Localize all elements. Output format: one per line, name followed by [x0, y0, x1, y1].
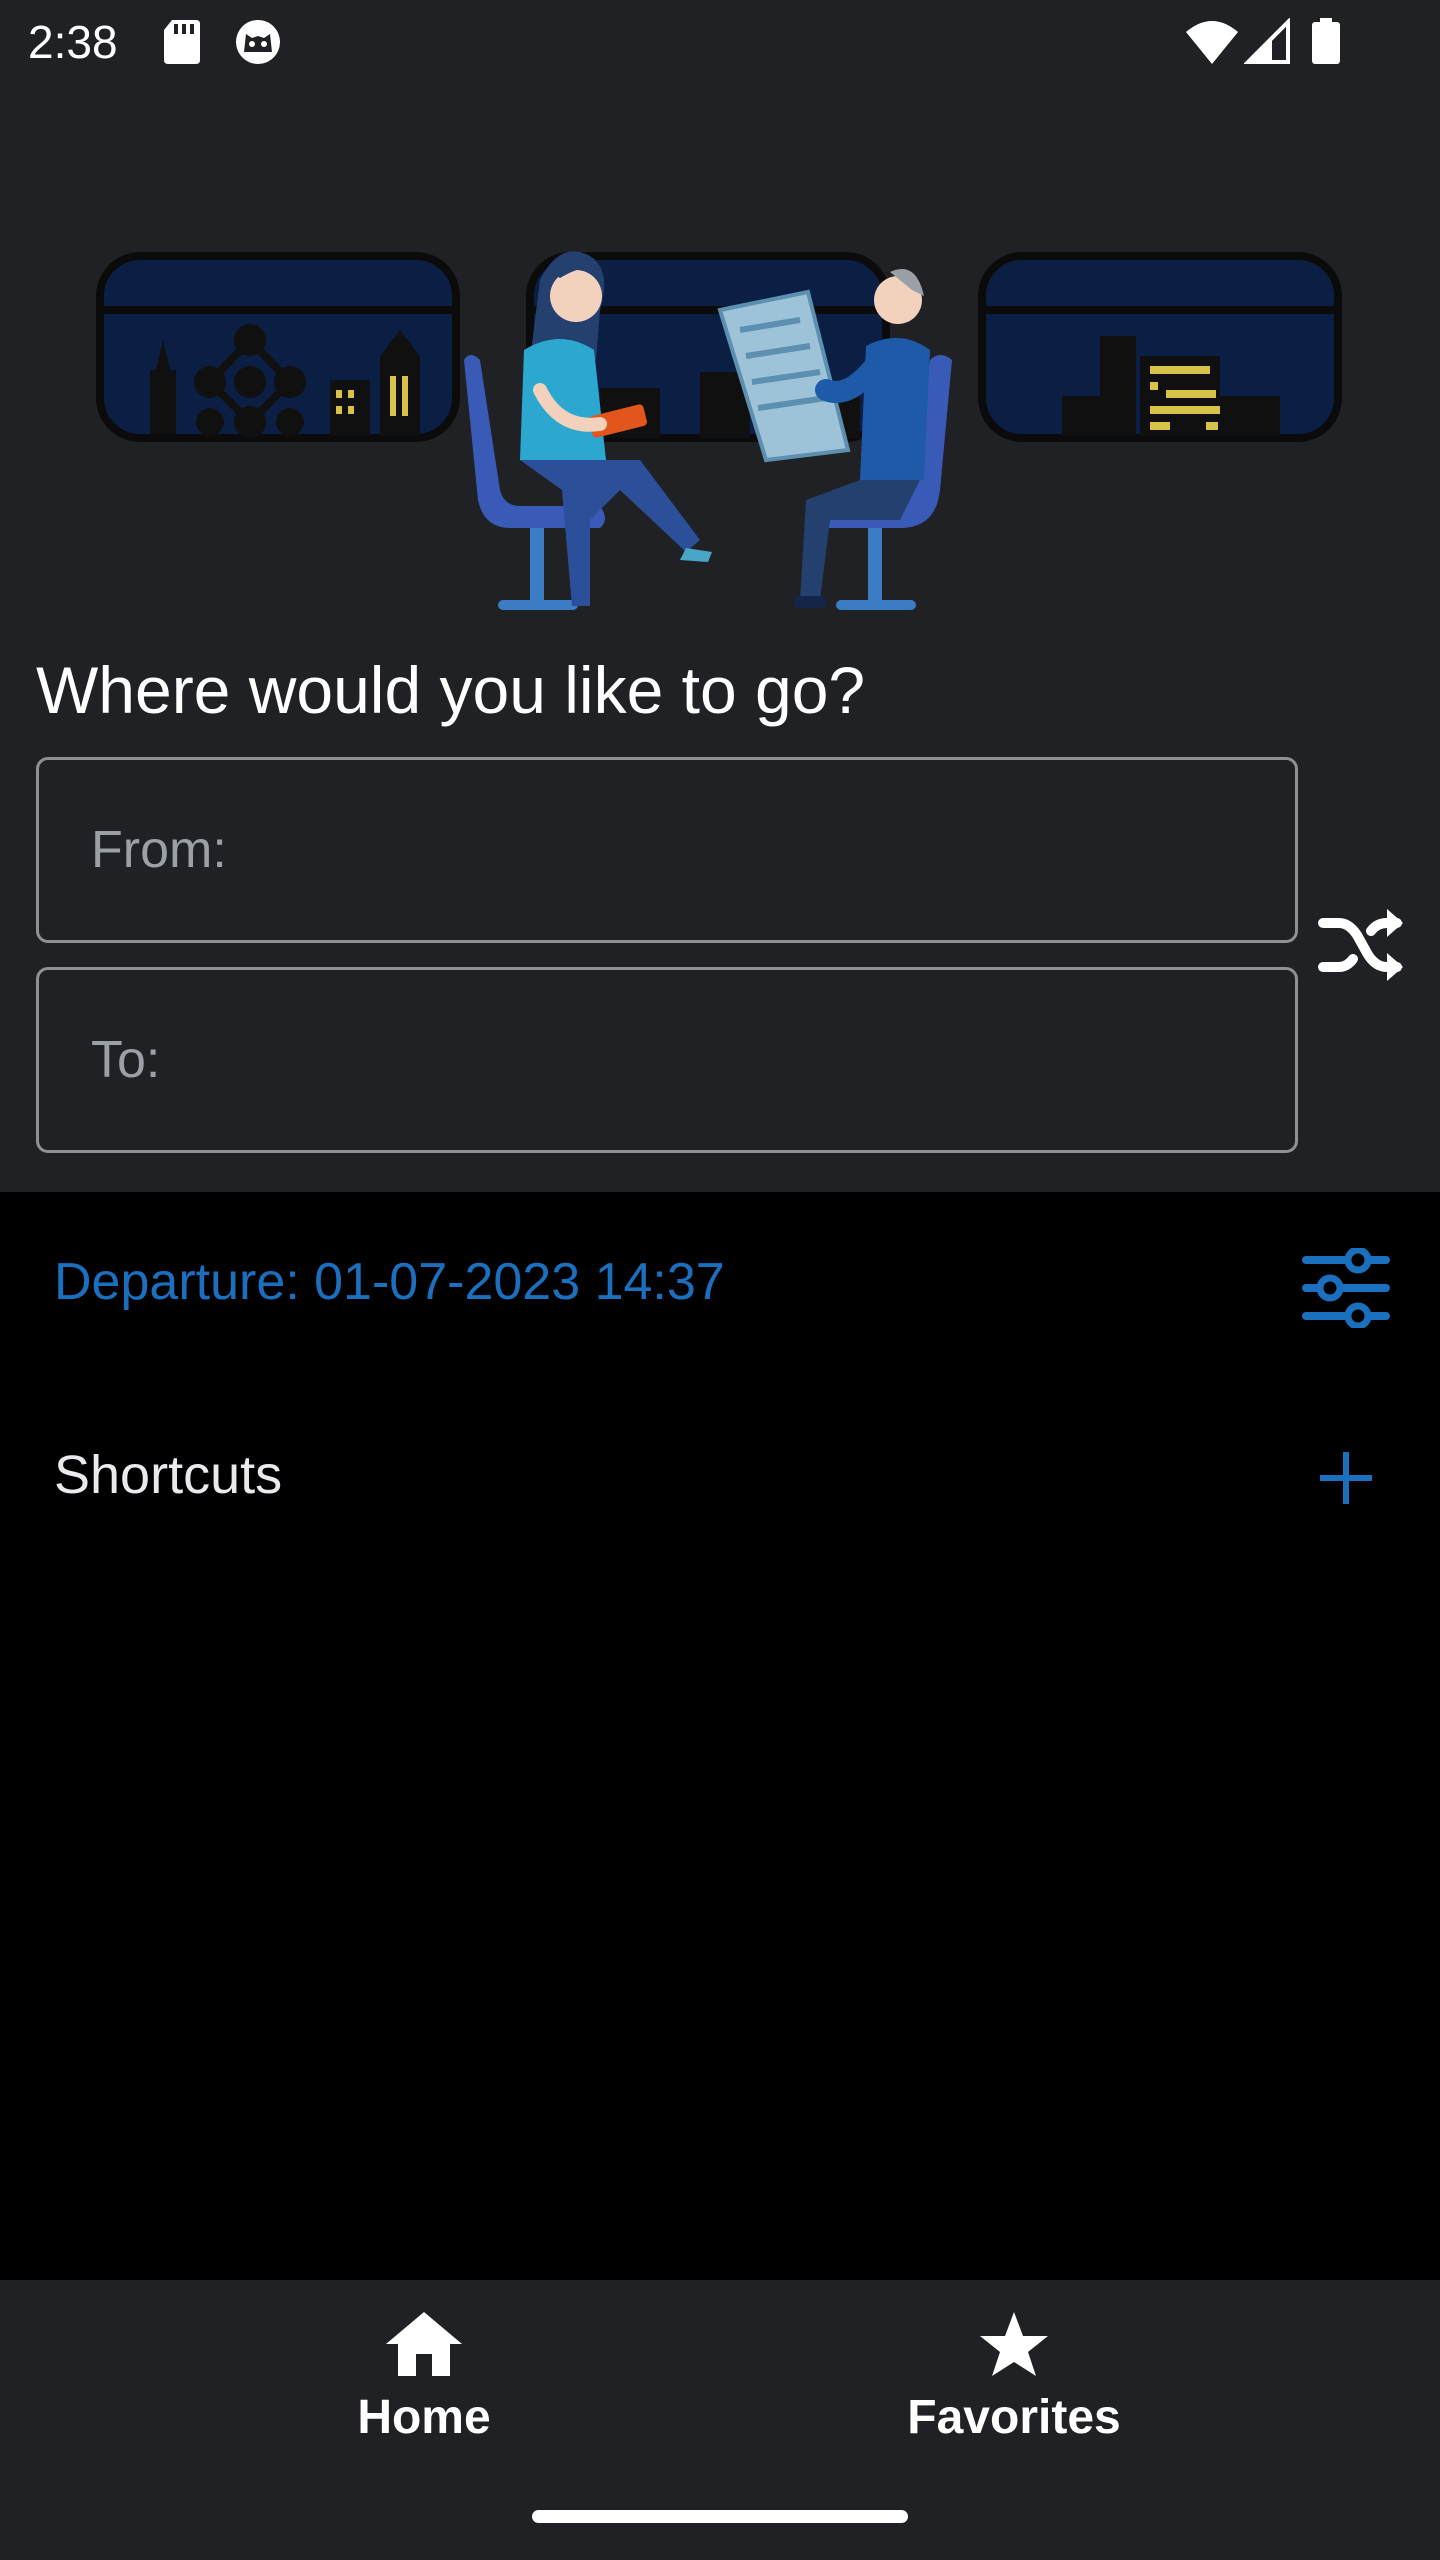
gesture-bar[interactable]: [532, 2510, 908, 2523]
shuffle-icon: [1318, 909, 1403, 981]
sd-card-icon: [162, 18, 202, 71]
from-input[interactable]: [39, 760, 1295, 940]
nav-home[interactable]: Home: [274, 2310, 574, 2490]
bottom-navigation: Home Favorites: [0, 2280, 1440, 2560]
home-icon: [386, 2312, 462, 2376]
status-time: 2:38: [28, 16, 118, 68]
plus-icon: [1320, 1452, 1372, 1504]
trip-options-button[interactable]: [1298, 1240, 1394, 1336]
page-title: Where would you like to go?: [36, 653, 866, 727]
add-shortcut-button[interactable]: [1298, 1430, 1394, 1526]
cat-face-icon: [234, 18, 282, 71]
to-field[interactable]: [36, 967, 1298, 1153]
shortcuts-header: Shortcuts: [0, 1420, 1440, 1536]
departure-row[interactable]: Departure: 01-07-2023 14:37: [0, 1230, 1440, 1346]
status-bar: 2:38: [0, 0, 1440, 84]
shortcuts-title: Shortcuts: [54, 1445, 283, 1505]
from-field[interactable]: [36, 757, 1298, 943]
swap-stations-button[interactable]: [1312, 900, 1412, 990]
tune-icon: [1302, 1248, 1390, 1328]
signal-icon: [1243, 17, 1292, 71]
nav-favorites-label: Favorites: [907, 2391, 1121, 2444]
nav-favorites[interactable]: Favorites: [864, 2310, 1164, 2490]
departure-time[interactable]: Departure: 01-07-2023 14:37: [54, 1252, 725, 1312]
wifi-icon: [1184, 18, 1240, 71]
battery-icon: [1310, 18, 1342, 71]
to-input[interactable]: [39, 970, 1295, 1150]
star-icon: [980, 2312, 1048, 2376]
train-passengers-illustration: [96, 251, 1342, 610]
nav-home-label: Home: [357, 2391, 491, 2444]
